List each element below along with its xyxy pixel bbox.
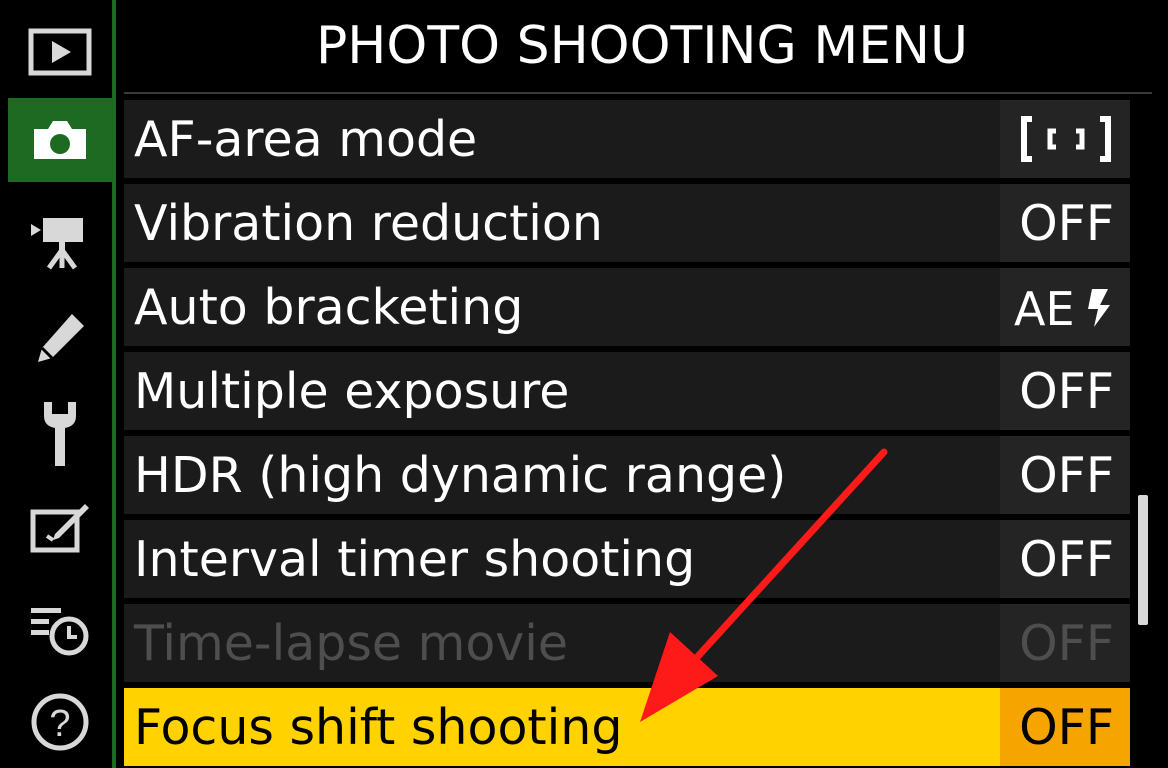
menu-item-label: Focus shift shooting bbox=[124, 688, 1000, 766]
single-point-af-icon bbox=[1021, 116, 1111, 162]
sidebar-item-recent-settings[interactable] bbox=[8, 588, 112, 672]
pencil-icon bbox=[38, 314, 84, 362]
menu-item-interval-timer-shooting[interactable]: Interval timer shooting OFF bbox=[124, 520, 1130, 598]
scrollbar-track[interactable] bbox=[1136, 100, 1150, 760]
menu-item-label: HDR (high dynamic range) bbox=[124, 436, 1000, 514]
movie-camera-icon bbox=[31, 218, 83, 270]
menu-item-time-lapse-movie: Time-lapse movie OFF bbox=[124, 604, 1130, 682]
svg-text:AE: AE bbox=[1014, 282, 1075, 333]
menu-item-value: OFF bbox=[1000, 520, 1130, 598]
menu-item-label: Vibration reduction bbox=[124, 184, 1000, 262]
sidebar-item-retouch[interactable] bbox=[8, 486, 112, 570]
menu-item-value: OFF bbox=[1000, 352, 1130, 430]
menu-item-multiple-exposure[interactable]: Multiple exposure OFF bbox=[124, 352, 1130, 430]
menu-item-value: OFF bbox=[1000, 184, 1130, 262]
page-title: PHOTO SHOOTING MENU bbox=[315, 16, 969, 76]
menu-item-auto-bracketing[interactable]: Auto bracketing AE bbox=[124, 268, 1130, 346]
sidebar-divider bbox=[112, 0, 116, 768]
wrench-icon bbox=[44, 402, 76, 466]
sidebar-item-playback[interactable] bbox=[8, 10, 112, 94]
menu-item-focus-shift-shooting[interactable]: Focus shift shooting OFF bbox=[124, 688, 1130, 766]
menu-item-label: Auto bracketing bbox=[124, 268, 1000, 346]
menu-item-af-area-mode[interactable]: AF-area mode bbox=[124, 100, 1130, 178]
menu-item-hdr[interactable]: HDR (high dynamic range) OFF bbox=[124, 436, 1130, 514]
help-icon: ? bbox=[31, 693, 89, 751]
menu-item-value: AE bbox=[1000, 268, 1130, 346]
title-divider bbox=[124, 92, 1152, 94]
menu-sidebar: ? bbox=[0, 0, 112, 768]
help-icon-glyph: ? bbox=[49, 703, 70, 745]
menu-item-label: Interval timer shooting bbox=[124, 520, 1000, 598]
sidebar-item-custom-settings[interactable] bbox=[8, 296, 112, 380]
menu-item-vibration-reduction[interactable]: Vibration reduction OFF bbox=[124, 184, 1130, 262]
menu-item-label: Time-lapse movie bbox=[124, 604, 1000, 682]
recent-settings-icon bbox=[31, 608, 89, 656]
menu-item-value: OFF bbox=[1000, 436, 1130, 514]
menu-item-value: OFF bbox=[1000, 604, 1130, 682]
ae-flash-bracketing-icon: AE bbox=[1014, 282, 1110, 333]
menu-item-label: Multiple exposure bbox=[124, 352, 1000, 430]
menu-item-label: AF-area mode bbox=[124, 100, 1000, 178]
sidebar-item-photo-shooting[interactable] bbox=[8, 98, 112, 182]
playback-icon bbox=[28, 28, 92, 76]
menu-item-value: OFF bbox=[1000, 688, 1130, 766]
sidebar-item-movie-shooting[interactable] bbox=[8, 200, 112, 284]
sidebar-item-help[interactable]: ? bbox=[8, 680, 112, 764]
sidebar-item-setup[interactable] bbox=[8, 392, 112, 476]
camera-icon bbox=[34, 121, 86, 159]
retouch-icon bbox=[30, 504, 89, 553]
scrollbar-thumb[interactable] bbox=[1138, 495, 1148, 625]
menu-item-value bbox=[1000, 100, 1130, 178]
